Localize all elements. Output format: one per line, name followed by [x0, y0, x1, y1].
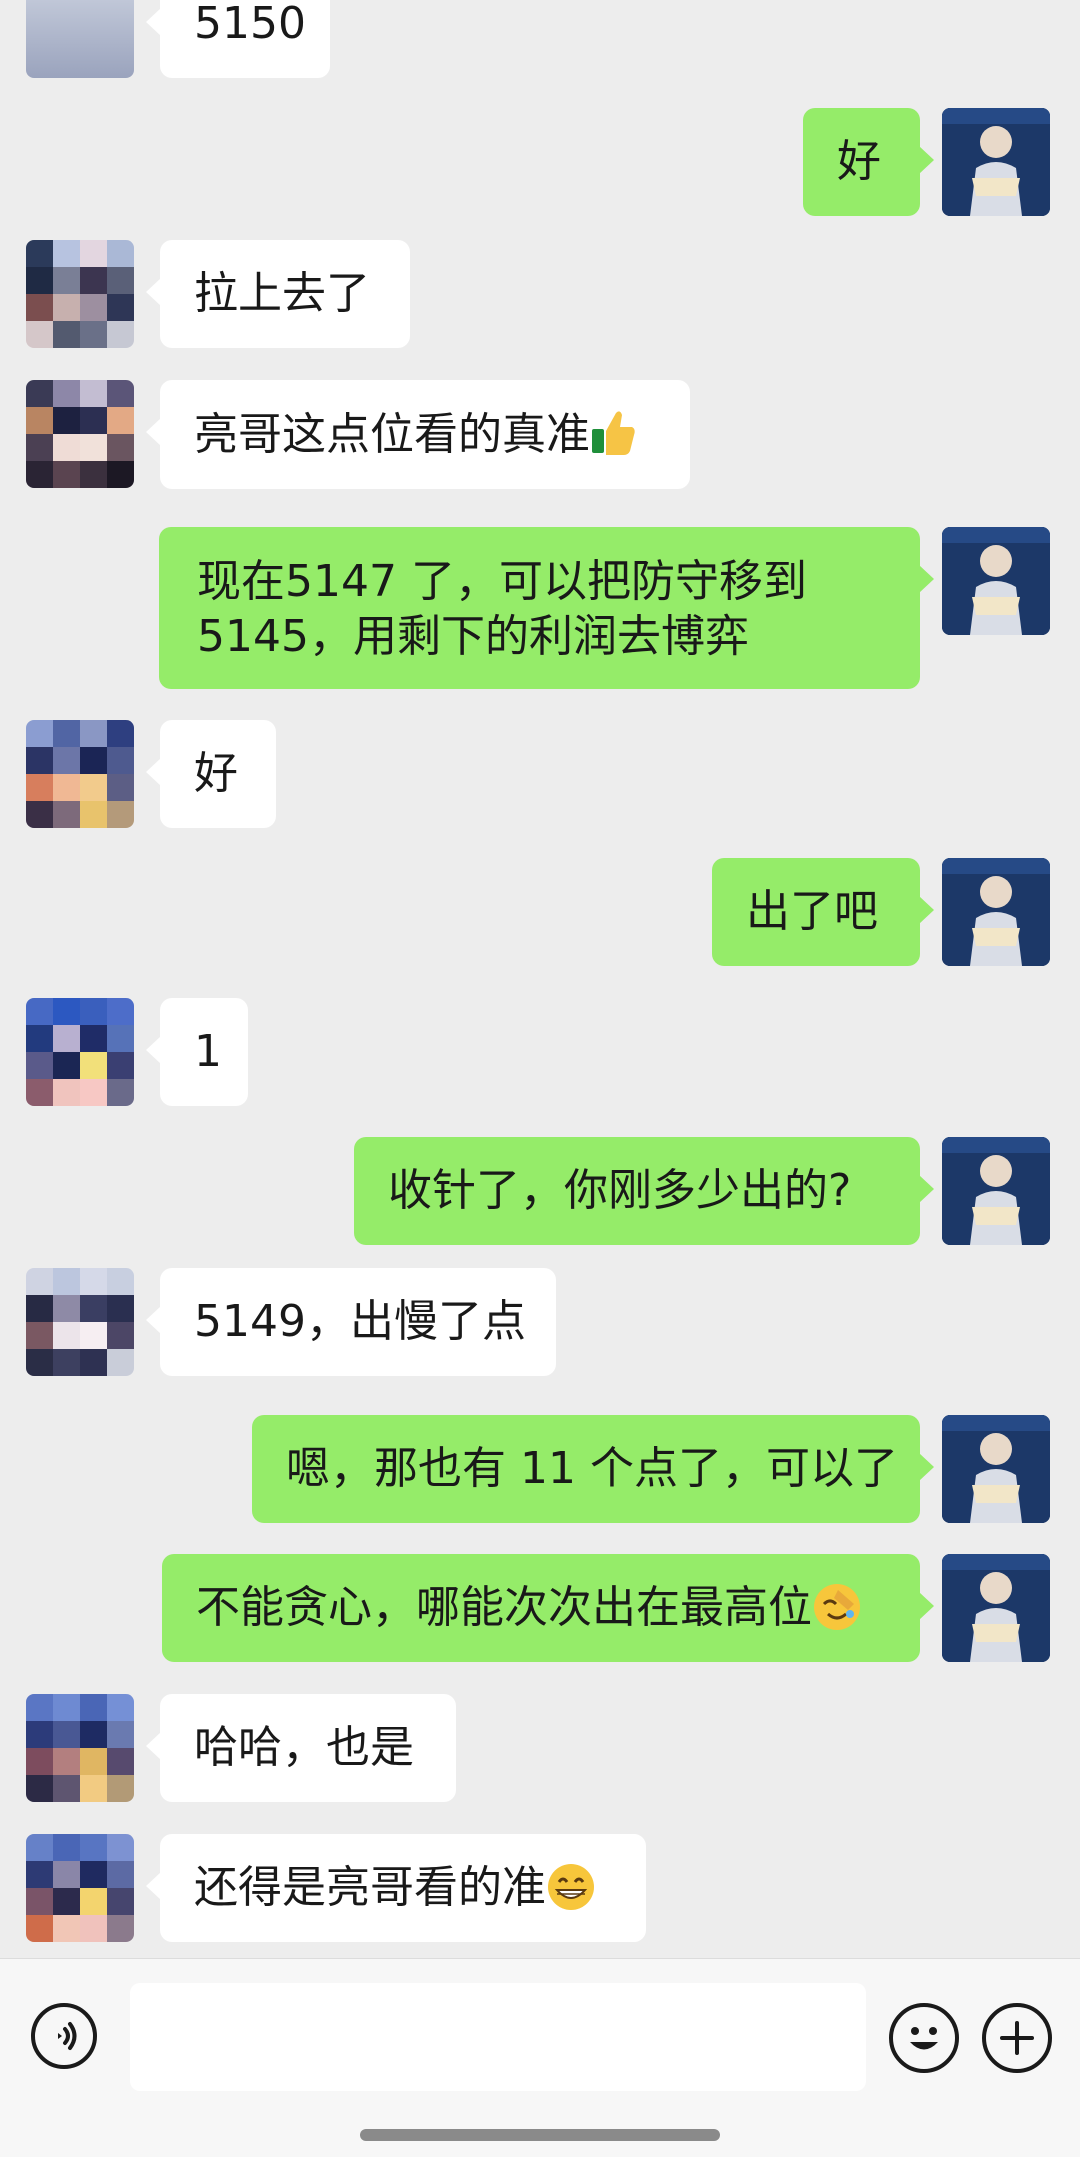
contact-avatar[interactable]	[26, 720, 134, 828]
contact-avatar[interactable]	[26, 380, 134, 488]
composer-bar	[0, 1958, 1080, 2157]
contact-avatar[interactable]	[26, 1268, 134, 1376]
message-bubble[interactable]: 出了吧	[712, 858, 934, 966]
contact-avatar[interactable]	[26, 0, 134, 78]
home-indicator[interactable]	[360, 2129, 720, 2141]
message-bubble[interactable]: 好	[146, 720, 276, 828]
message-bubble[interactable]: 好	[803, 108, 934, 216]
contact-avatar[interactable]	[26, 240, 134, 348]
message-text: 嗯，那也有 11 个点了，可以了	[286, 1443, 898, 1494]
my-avatar[interactable]	[942, 858, 1050, 966]
my-avatar[interactable]	[942, 1554, 1050, 1662]
message-bubble[interactable]: 5149，出慢了点	[146, 1268, 556, 1376]
message-bubble[interactable]: 1	[146, 998, 248, 1106]
thumbs-up-emoji	[592, 411, 635, 455]
chat-scroll-area[interactable]: 5150 好 拉上去了 亮哥这点位看的真准 现在5147 了，可以把防守移到51…	[0, 0, 1080, 1958]
voice-toggle-button[interactable]	[31, 2003, 97, 2069]
message-text: 1	[194, 1026, 222, 1077]
message-text: 好	[194, 748, 238, 799]
message-text: 拉上去了	[194, 268, 370, 319]
message-text: 还得是亮哥看的准	[194, 1862, 546, 1913]
facepalm-emoji	[814, 1584, 860, 1630]
more-button[interactable]	[982, 2003, 1052, 2073]
my-avatar[interactable]	[942, 527, 1050, 635]
smiley-icon	[910, 2027, 938, 2050]
message-bubble[interactable]: 拉上去了	[146, 240, 410, 348]
message-text: 不能贪心，哪能次次出在最高位	[196, 1582, 812, 1633]
message-text: 收针了，你刚多少出的?	[388, 1165, 852, 1216]
message-text: 出了吧	[746, 886, 878, 937]
message-bubble[interactable]: 嗯，那也有 11 个点了，可以了	[252, 1415, 934, 1523]
message-bubble[interactable]: 不能贪心，哪能次次出在最高位	[162, 1554, 934, 1662]
message-bubble[interactable]: 哈哈，也是	[146, 1694, 456, 1802]
my-avatar[interactable]	[942, 108, 1050, 216]
contact-avatar[interactable]	[26, 1694, 134, 1802]
message-bubble[interactable]: 亮哥这点位看的真准	[146, 380, 690, 489]
message-text: 5150	[194, 0, 306, 49]
voice-icon	[58, 2022, 77, 2050]
my-avatar[interactable]	[942, 1137, 1050, 1245]
contact-avatar[interactable]	[26, 1834, 134, 1942]
contact-avatar[interactable]	[26, 998, 134, 1106]
message-text: 好	[837, 136, 881, 187]
message-bubble[interactable]: 现在5147 了，可以把防守移到5145，用剩下的利润去博弈	[159, 527, 934, 689]
message-text: 亮哥这点位看的真准	[194, 409, 590, 460]
message-text: 5149，出慢了点	[194, 1296, 526, 1347]
my-avatar[interactable]	[942, 1415, 1050, 1523]
grin-emoji	[548, 1864, 594, 1910]
message-input[interactable]	[130, 1983, 866, 2091]
message-bubble[interactable]: 还得是亮哥看的准	[146, 1834, 646, 1942]
message-text: 现在5147 了，可以把防守移到5145，用剩下的利润去博弈	[197, 556, 807, 662]
message-text: 哈哈，也是	[194, 1722, 414, 1773]
message-bubble[interactable]: 5150	[146, 0, 330, 78]
emoji-button[interactable]	[889, 2003, 959, 2073]
message-bubble[interactable]: 收针了，你刚多少出的?	[354, 1137, 934, 1245]
plus-icon	[1000, 2021, 1034, 2055]
